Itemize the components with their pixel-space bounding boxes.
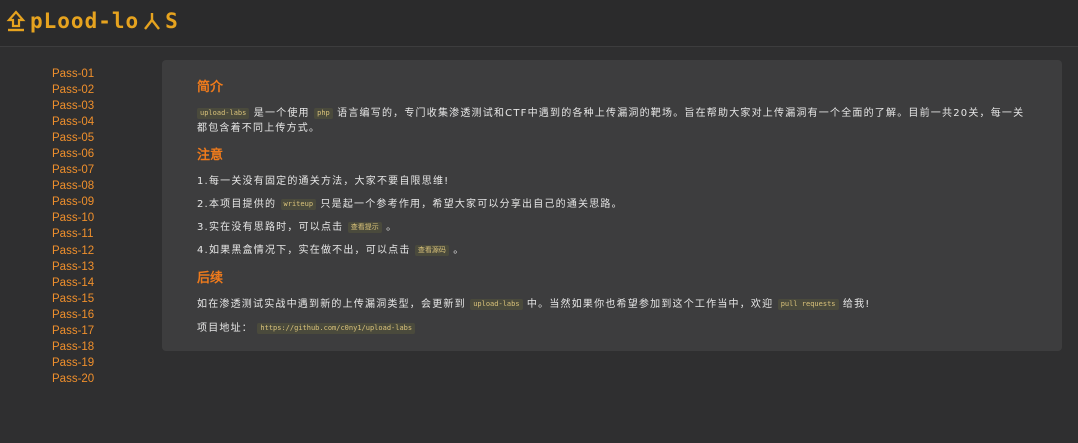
- project-url[interactable]: https://github.com/c0ny1/upload-labs: [257, 323, 416, 334]
- code-writeup: writeup: [280, 199, 317, 210]
- person-glyph-icon: [144, 13, 161, 30]
- sidebar-item-pass-20[interactable]: Pass-20: [52, 371, 142, 387]
- followup-text: 如在渗透测试实战中遇到新的上传漏洞类型，会更新到 upload-labs 中。当…: [197, 297, 871, 312]
- sidebar-item-pass-11[interactable]: Pass-11: [52, 226, 142, 242]
- site-logo[interactable]: pLood-lo S: [6, 9, 179, 33]
- followup-part: 给我!: [838, 299, 871, 310]
- intro-title: 简介: [197, 80, 224, 95]
- code-upload-labs: upload-labs: [197, 108, 250, 119]
- note-text: 2.本项目提供的: [197, 199, 281, 210]
- sidebar-item-pass-02[interactable]: Pass-02: [52, 82, 142, 98]
- sidebar-item-pass-09[interactable]: Pass-09: [52, 194, 142, 210]
- notes-title: 注意: [197, 148, 224, 163]
- view-hint-button[interactable]: 查看提示: [347, 222, 382, 233]
- sidebar-item-pass-15[interactable]: Pass-15: [52, 291, 142, 307]
- note-text: 只是起一个参考作用，希望大家可以分享出自己的通关思路。: [316, 199, 623, 210]
- project-address-label: 项目地址：: [197, 323, 253, 334]
- sidebar-item-pass-07[interactable]: Pass-07: [52, 162, 142, 178]
- sidebar-item-pass-06[interactable]: Pass-06: [52, 146, 142, 162]
- sidebar-item-pass-14[interactable]: Pass-14: [52, 275, 142, 291]
- sidebar-item-pass-12[interactable]: Pass-12: [52, 243, 142, 259]
- sidebar-item-pass-18[interactable]: Pass-18: [52, 339, 142, 355]
- sidebar-item-pass-10[interactable]: Pass-10: [52, 210, 142, 226]
- sidebar-item-pass-17[interactable]: Pass-17: [52, 323, 142, 339]
- logo-tail: S: [165, 9, 179, 33]
- note-text: 3.实在没有思路时，可以点击: [197, 222, 348, 233]
- sidebar-item-pass-08[interactable]: Pass-08: [52, 178, 142, 194]
- sidebar-item-pass-16[interactable]: Pass-16: [52, 307, 142, 323]
- followup-part: 中。当然如果你也希望参加到这个工作当中，欢迎: [522, 299, 778, 310]
- note-text: 。: [381, 222, 398, 233]
- top-bar: pLood-lo S: [0, 0, 1078, 47]
- followup-title: 后续: [197, 271, 224, 286]
- code-pull-requests: pull requests: [777, 299, 839, 310]
- project-address: 项目地址： https://github.com/c0ny1/upload-la…: [197, 321, 416, 336]
- sidebar-item-pass-13[interactable]: Pass-13: [52, 259, 142, 275]
- sidebar-item-pass-05[interactable]: Pass-05: [52, 130, 142, 146]
- view-source-button[interactable]: 查看源码: [414, 245, 449, 256]
- sidebar-nav: Pass-01 Pass-02 Pass-03 Pass-04 Pass-05 Pass-…: [52, 66, 142, 387]
- note-3: 3.实在没有思路时，可以点击 查看提示 。: [197, 220, 397, 235]
- upload-arrow-icon: [6, 10, 26, 32]
- followup-part: 如在渗透测试实战中遇到新的上传漏洞类型，会更新到: [197, 299, 471, 310]
- intro-text: upload-labs 是一个使用 php 语言编写的，专门收集渗透测试和CTF…: [197, 106, 1032, 136]
- note-text: 4.如果黑盒情况下，实在做不出，可以点击: [197, 245, 415, 256]
- sidebar-item-pass-19[interactable]: Pass-19: [52, 355, 142, 371]
- note-text: 。: [448, 245, 465, 256]
- note-1: 1.每一关没有固定的通关方法，大家不要自限思维!: [197, 176, 450, 187]
- code-php: php: [314, 108, 333, 119]
- note-4: 4.如果黑盒情况下，实在做不出，可以点击 查看源码 。: [197, 243, 465, 258]
- intro-text-part: 是一个使用: [249, 108, 315, 119]
- logo-text: pLood-lo: [30, 9, 140, 33]
- sidebar-item-pass-04[interactable]: Pass-04: [52, 114, 142, 130]
- note-2: 2.本项目提供的 writeup 只是起一个参考作用，希望大家可以分享出自己的通…: [197, 197, 623, 212]
- sidebar-item-pass-01[interactable]: Pass-01: [52, 66, 142, 82]
- code-upload-labs: upload-labs: [470, 299, 523, 310]
- intro-panel: 简介 upload-labs 是一个使用 php 语言编写的，专门收集渗透测试和…: [162, 60, 1062, 351]
- sidebar-item-pass-03[interactable]: Pass-03: [52, 98, 142, 114]
